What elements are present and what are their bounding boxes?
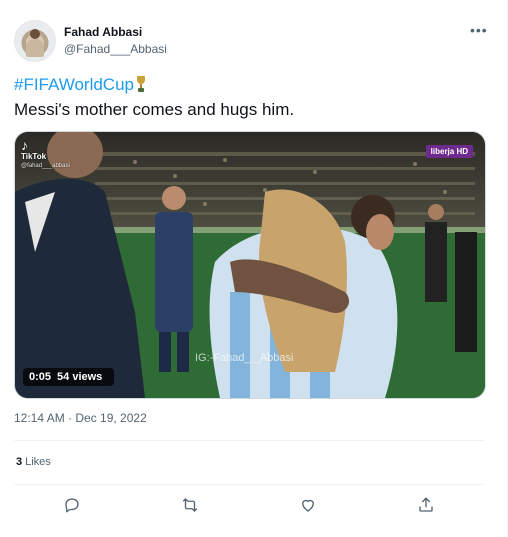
likes-number: 3 [16, 456, 23, 468]
tiktok-label: TikTok [21, 152, 47, 161]
retweet-button[interactable] [177, 492, 203, 518]
tiktok-overlay: ♪ TikTok @fahad___abbasi [21, 138, 70, 169]
tweet-card: Fahad Abbasi @Fahad___Abbasi ••• #FIFAWo… [0, 0, 508, 537]
author-handle[interactable]: @Fahad___Abbasi [64, 42, 167, 56]
hashtag-link[interactable]: #FIFAWorldCup [14, 75, 134, 94]
tweet-text: Messi's mother comes and hugs him. [14, 100, 295, 119]
likes-count[interactable]: 3 Likes [16, 456, 51, 468]
trophy-icon [137, 76, 145, 92]
share-button[interactable] [413, 492, 439, 518]
likes-label: Likes [25, 456, 51, 468]
author-name[interactable]: Fahad Abbasi [64, 25, 142, 39]
video-duration: 0:05 [29, 371, 52, 383]
tiktok-user: @fahad___abbasi [21, 163, 70, 169]
video-player[interactable]: ♪ TikTok @fahad___abbasi liberja HD IG:-… [14, 131, 486, 399]
like-button[interactable] [295, 492, 321, 518]
avatar[interactable] [14, 20, 56, 62]
share-icon [419, 497, 433, 512]
divider [14, 484, 484, 485]
tweet-timestamp[interactable]: 12:14 AM · Dec 19, 2022 [14, 411, 147, 425]
tweet-text-line1: #FIFAWorldCup [14, 75, 145, 95]
action-bar [14, 492, 484, 518]
tv-channel-logo: liberja HD [425, 145, 473, 158]
retweet-icon [182, 498, 198, 512]
video-watermark: IG:-Fahad_ _Abbasi [195, 352, 294, 364]
reply-icon [65, 498, 79, 513]
divider [14, 440, 484, 441]
tiktok-logo-icon: ♪ [21, 137, 28, 153]
more-options-icon[interactable]: ••• [470, 22, 488, 38]
video-views: 54 views [57, 371, 103, 383]
video-stats-badge: 0:05 54 views [23, 368, 115, 386]
like-icon [302, 499, 314, 512]
reply-button[interactable] [59, 492, 85, 518]
